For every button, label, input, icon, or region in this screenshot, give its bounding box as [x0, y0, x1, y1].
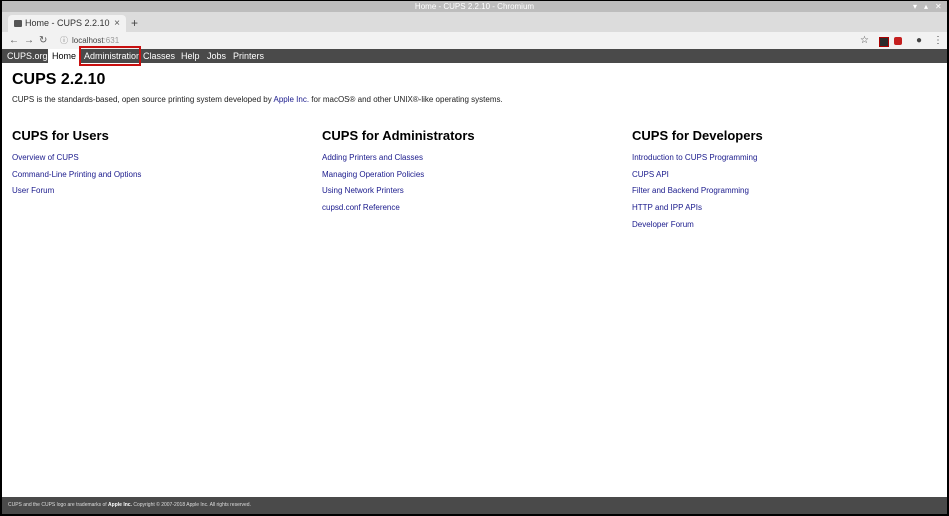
tab-label: Home - CUPS 2.2.10	[25, 18, 110, 28]
link-network-printers[interactable]: Using Network Printers	[322, 186, 404, 196]
link-operation-policies[interactable]: Managing Operation Policies	[322, 170, 424, 180]
link-intro-cups-programming[interactable]: Introduction to CUPS Programming	[632, 153, 757, 163]
column-title-users: CUPS for Users	[12, 128, 109, 143]
intro-before: CUPS is the standards-based, open source…	[12, 95, 274, 104]
link-command-line-printing[interactable]: Command-Line Printing and Options	[12, 170, 141, 180]
page-title: CUPS 2.2.10	[12, 71, 106, 88]
address-bar[interactable]: ⓘ localhost:631	[54, 34, 879, 48]
url-port: :631	[103, 36, 120, 45]
footer-company: Apple Inc.	[108, 502, 132, 508]
page-footer: CUPS and the CUPS logo are trademarks of…	[2, 497, 947, 514]
tab-close-icon[interactable]: ×	[114, 15, 120, 32]
link-cups-api[interactable]: CUPS API	[632, 170, 669, 180]
link-cupsd-conf[interactable]: cupsd.conf Reference	[322, 203, 400, 213]
footer-text: CUPS and the CUPS logo are trademarks of…	[8, 497, 251, 514]
maximize-icon[interactable]: ▴	[924, 1, 928, 12]
nav-help[interactable]: Help	[177, 49, 204, 63]
new-tab-button[interactable]: +	[131, 15, 138, 32]
url-host: localhost	[72, 36, 104, 45]
link-http-ipp-apis[interactable]: HTTP and IPP APIs	[632, 203, 702, 213]
nav-home[interactable]: Home	[48, 49, 81, 63]
site-info-icon[interactable]: ⓘ	[60, 34, 68, 48]
footer-after: Copyright © 2007-2018 Apple Inc. All rig…	[131, 502, 251, 508]
link-developer-forum[interactable]: Developer Forum	[632, 220, 694, 230]
link-overview-of-cups[interactable]: Overview of CUPS	[12, 153, 79, 163]
page-favicon-icon	[14, 20, 22, 27]
nav-classes[interactable]: Classes	[139, 49, 179, 63]
shield-extension-icon[interactable]	[894, 37, 902, 45]
minimize-icon[interactable]: ▾	[913, 1, 917, 12]
column-title-developers: CUPS for Developers	[632, 128, 763, 143]
close-window-icon[interactable]: ✕	[935, 1, 942, 12]
tab-strip: Home - CUPS 2.2.10 × +	[2, 12, 947, 32]
nav-printers[interactable]: Printers	[229, 49, 268, 63]
administration-highlight-box	[79, 46, 141, 66]
extension-icon[interactable]	[879, 37, 889, 47]
cups-navbar: CUPS.org Home Administration Classes Hel…	[2, 49, 947, 63]
intro-after: for macOS® and other UNIX®-like operatin…	[309, 95, 503, 104]
account-icon[interactable]: ●	[916, 32, 922, 50]
link-adding-printers[interactable]: Adding Printers and Classes	[322, 153, 423, 163]
apple-link[interactable]: Apple Inc.	[273, 95, 309, 104]
footer-before: CUPS and the CUPS logo are trademarks of	[8, 502, 109, 508]
intro-text: CUPS is the standards-based, open source…	[12, 94, 503, 105]
nav-jobs[interactable]: Jobs	[203, 49, 230, 63]
nav-cups-org[interactable]: CUPS.org	[3, 49, 52, 63]
menu-icon[interactable]: ⋮	[933, 32, 943, 50]
title-bar: Home - CUPS 2.2.10 - Chromium ▾ ▴ ✕	[2, 1, 947, 12]
forward-icon[interactable]: →	[24, 32, 34, 50]
browser-window: Home - CUPS 2.2.10 - Chromium ▾ ▴ ✕ Home…	[2, 1, 947, 514]
column-title-administrators: CUPS for Administrators	[322, 128, 475, 143]
reload-icon[interactable]: ↻	[39, 32, 47, 50]
browser-tab[interactable]: Home - CUPS 2.2.10 ×	[8, 15, 126, 32]
bookmark-star-icon[interactable]: ☆	[860, 32, 869, 50]
link-filter-backend[interactable]: Filter and Backend Programming	[632, 186, 749, 196]
back-icon[interactable]: ←	[9, 32, 19, 50]
link-user-forum[interactable]: User Forum	[12, 186, 54, 196]
window-title: Home - CUPS 2.2.10 - Chromium	[414, 2, 535, 11]
